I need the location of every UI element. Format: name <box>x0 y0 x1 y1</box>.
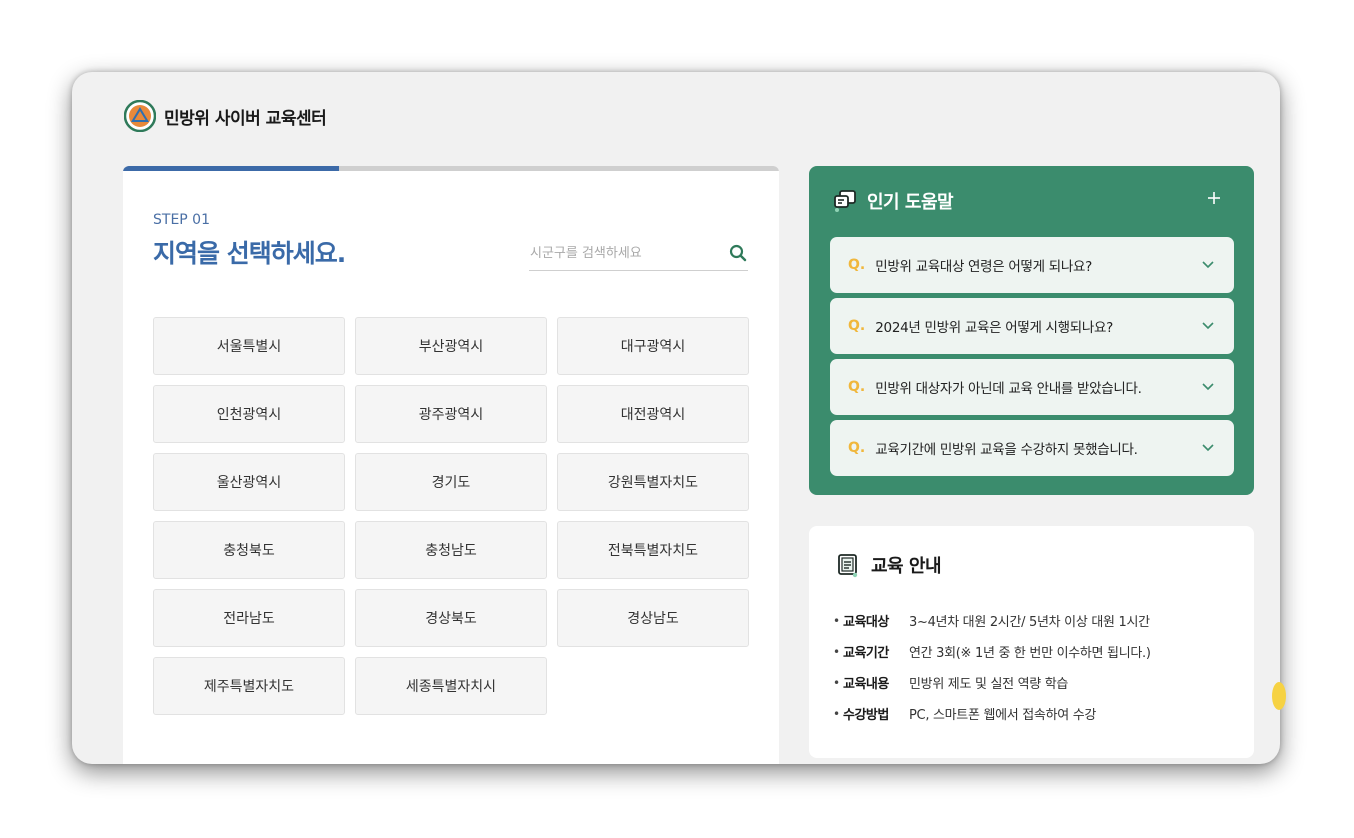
info-row: • 교육대상 3~4년차 대원 2시간/ 5년차 이상 대원 1시간 <box>833 605 1233 636</box>
logo[interactable]: 민방위 사이버 교육센터 <box>124 100 327 132</box>
faq-list: Q. 민방위 교육대상 연령은 어떻게 되나요? Q. 2024년 민방위 교육… <box>830 237 1234 481</box>
step-progress-fill <box>123 166 340 171</box>
step-title: 지역을 선택하세요. <box>153 239 346 268</box>
education-info-panel: 교육 안내 • 교육대상 3~4년차 대원 2시간/ 5년차 이상 대원 1시간… <box>809 526 1254 758</box>
floating-button[interactable] <box>1272 682 1286 710</box>
info-label: 교육대상 <box>843 615 889 630</box>
region-button[interactable]: 대전광역시 <box>557 385 749 443</box>
region-button[interactable]: 충청남도 <box>355 521 547 579</box>
chat-bubbles-icon <box>834 190 856 212</box>
info-label: 교육기간 <box>843 646 889 661</box>
faq-header: 인기 도움말 <box>833 188 954 214</box>
step-progress-bar <box>123 166 779 171</box>
faq-q-marker: Q. <box>848 318 866 334</box>
faq-item[interactable]: Q. 교육기간에 민방위 교육을 수강하지 못했습니다. <box>830 420 1234 476</box>
civil-defense-logo-icon <box>124 100 156 132</box>
faq-item[interactable]: Q. 2024년 민방위 교육은 어떻게 시행되나요? <box>830 298 1234 354</box>
plus-icon[interactable] <box>1202 186 1226 210</box>
region-button[interactable]: 경기도 <box>355 453 547 511</box>
region-button[interactable]: 경상남도 <box>557 589 749 647</box>
info-title: 교육 안내 <box>871 556 942 577</box>
info-row: • 교육기간 연간 3회(※ 1년 중 한 번만 이수하면 됩니다.) <box>833 636 1233 667</box>
app-window: 민방위 사이버 교육센터 STEP 01 지역을 선택하세요. 서울특별시 부산… <box>72 72 1280 764</box>
faq-question: 2024년 민방위 교육은 어떻게 시행되나요? <box>875 320 1114 336</box>
search-input[interactable] <box>529 245 728 261</box>
faq-q-marker: Q. <box>848 379 866 395</box>
faq-q-marker: Q. <box>848 257 866 273</box>
info-label: 수강방법 <box>843 708 889 723</box>
chevron-down-icon <box>1202 258 1216 272</box>
search-icon[interactable] <box>728 243 748 263</box>
bullet: • <box>833 675 841 690</box>
info-value: 3~4년차 대원 2시간/ 5년차 이상 대원 1시간 <box>909 615 1150 630</box>
region-button[interactable]: 전라남도 <box>153 589 345 647</box>
info-row: • 수강방법 PC, 스마트폰 웹에서 접속하여 수강 <box>833 698 1233 729</box>
site-title: 민방위 사이버 교육센터 <box>164 108 327 129</box>
info-header: 교육 안내 <box>835 552 942 578</box>
faq-panel: 인기 도움말 Q. 민방위 교육대상 연령은 어떻게 되나요? Q. 2024년… <box>809 166 1254 495</box>
bullet: • <box>833 613 841 628</box>
info-value: PC, 스마트폰 웹에서 접속하여 수강 <box>909 708 1097 723</box>
region-panel: STEP 01 지역을 선택하세요. 서울특별시 부산광역시 대구광역시 인천광… <box>123 166 779 764</box>
bullet: • <box>833 706 841 721</box>
region-button[interactable]: 충청북도 <box>153 521 345 579</box>
region-button[interactable]: 제주특별자치도 <box>153 657 345 715</box>
region-button[interactable]: 부산광역시 <box>355 317 547 375</box>
step-label: STEP 01 <box>153 212 210 228</box>
search-box <box>529 236 748 271</box>
region-button[interactable]: 광주광역시 <box>355 385 547 443</box>
chevron-down-icon <box>1202 380 1216 394</box>
region-button[interactable]: 인천광역시 <box>153 385 345 443</box>
info-value: 연간 3회(※ 1년 중 한 번만 이수하면 됩니다.) <box>909 646 1151 661</box>
region-button[interactable]: 대구광역시 <box>557 317 749 375</box>
region-button[interactable]: 울산광역시 <box>153 453 345 511</box>
region-grid: 서울특별시 부산광역시 대구광역시 인천광역시 광주광역시 대전광역시 울산광역… <box>153 317 750 715</box>
faq-item[interactable]: Q. 민방위 대상자가 아닌데 교육 안내를 받았습니다. <box>830 359 1234 415</box>
faq-question: 민방위 교육대상 연령은 어떻게 되나요? <box>875 259 1092 275</box>
region-button[interactable]: 경상북도 <box>355 589 547 647</box>
region-button[interactable]: 서울특별시 <box>153 317 345 375</box>
faq-question: 교육기간에 민방위 교육을 수강하지 못했습니다. <box>875 442 1138 458</box>
region-button[interactable]: 세종특별자치시 <box>355 657 547 715</box>
faq-title: 인기 도움말 <box>867 192 954 213</box>
bullet: • <box>833 644 841 659</box>
info-value: 민방위 제도 및 실전 역량 학습 <box>909 677 1069 692</box>
region-button[interactable]: 강원특별자치도 <box>557 453 749 511</box>
chevron-down-icon <box>1202 319 1216 333</box>
chevron-down-icon <box>1202 441 1216 455</box>
info-row: • 교육내용 민방위 제도 및 실전 역량 학습 <box>833 667 1233 698</box>
info-list: • 교육대상 3~4년차 대원 2시간/ 5년차 이상 대원 1시간 • 교육기… <box>833 605 1233 729</box>
faq-item[interactable]: Q. 민방위 교육대상 연령은 어떻게 되나요? <box>830 237 1234 293</box>
info-label: 교육내용 <box>843 677 889 692</box>
region-button[interactable]: 전북특별자치도 <box>557 521 749 579</box>
faq-question: 민방위 대상자가 아닌데 교육 안내를 받았습니다. <box>875 381 1142 397</box>
document-icon <box>838 554 858 578</box>
faq-q-marker: Q. <box>848 440 866 456</box>
